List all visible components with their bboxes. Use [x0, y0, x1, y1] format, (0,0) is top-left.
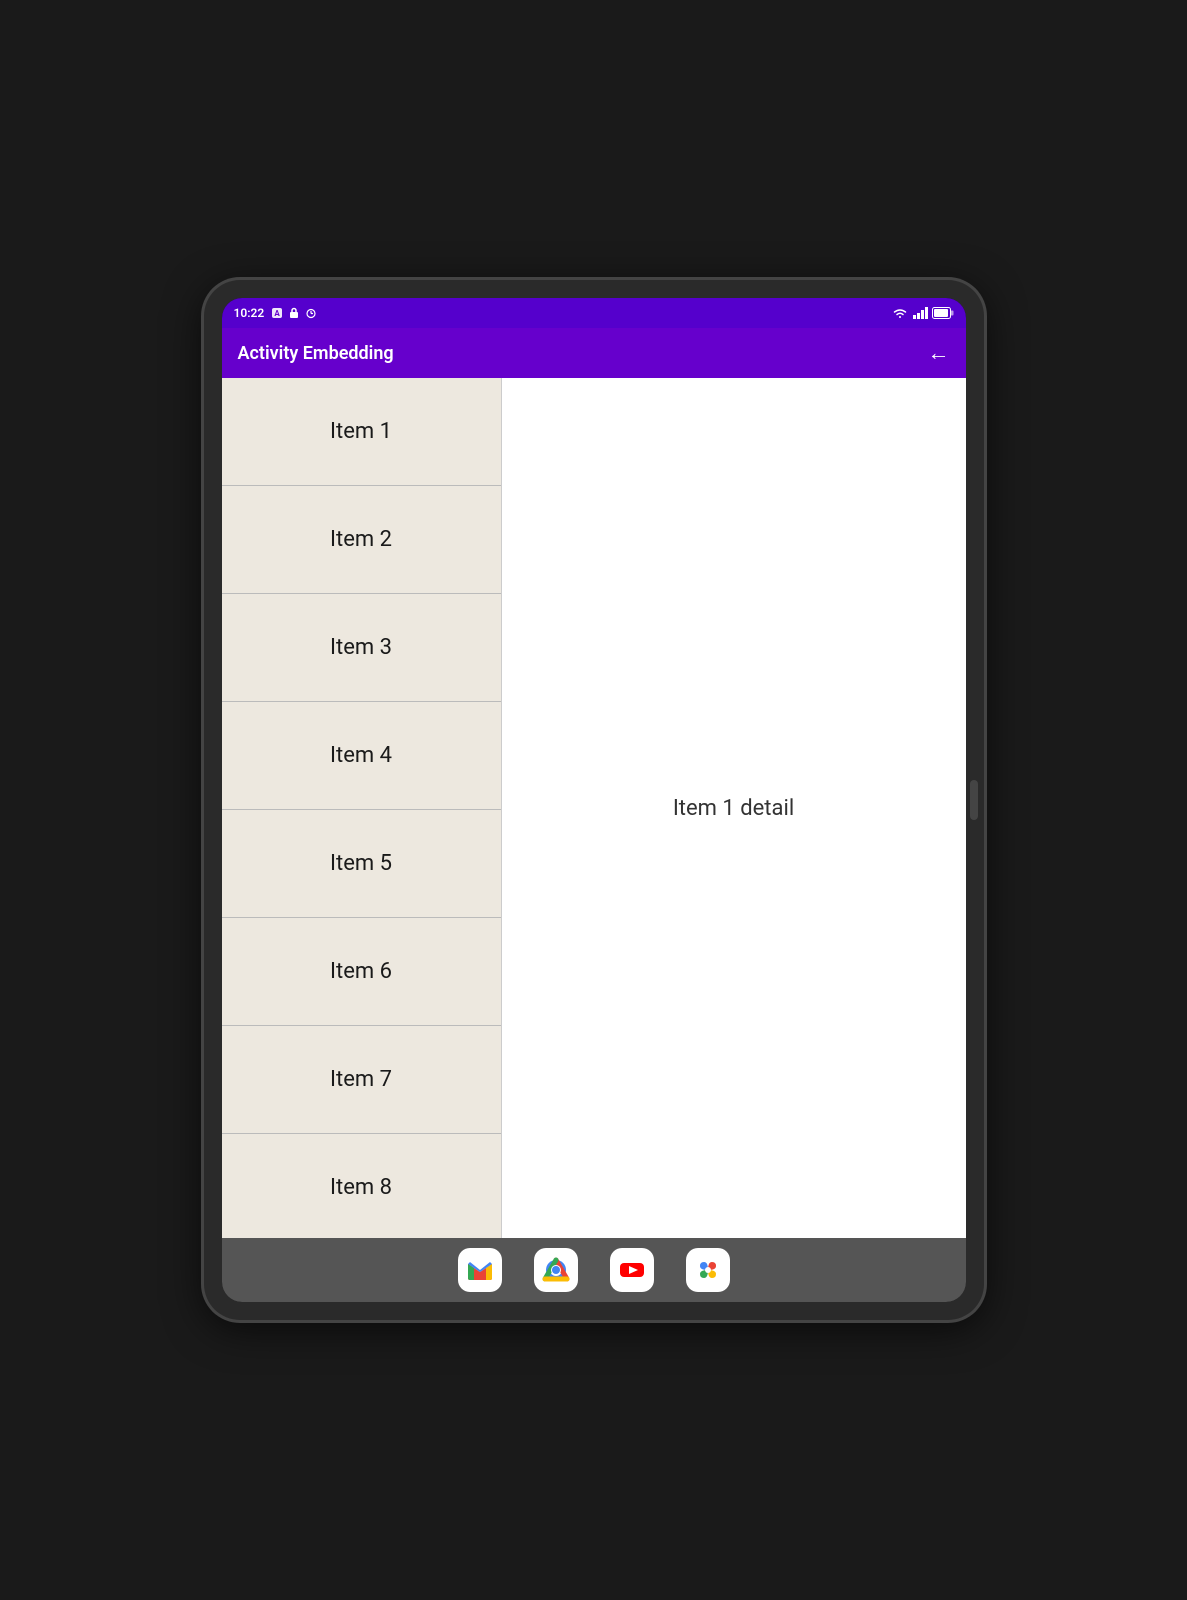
app-bar: Activity Embedding ←: [222, 328, 966, 378]
list-item[interactable]: Item 6: [222, 918, 501, 1026]
detail-content: Item 1 detail: [673, 796, 794, 821]
list-item[interactable]: Item 2: [222, 486, 501, 594]
gmail-icon[interactable]: [458, 1248, 502, 1292]
wifi-icon: [891, 306, 909, 320]
status-bar: 10:22 A: [222, 298, 966, 328]
device-screen: 10:22 A: [222, 298, 966, 1302]
gmail-svg: [464, 1254, 496, 1286]
photos-svg: [692, 1254, 724, 1286]
photos-icon[interactable]: [686, 1248, 730, 1292]
side-button[interactable]: [970, 780, 978, 820]
list-item[interactable]: Item 3: [222, 594, 501, 702]
notification-icon: A: [270, 306, 284, 320]
lock-icon: [287, 306, 301, 320]
alarm-icon: [304, 306, 318, 320]
list-item-label: Item 1: [330, 419, 392, 444]
device-frame: 10:22 A: [204, 280, 984, 1320]
app-bar-title: Activity Embedding: [238, 343, 908, 364]
youtube-icon[interactable]: [610, 1248, 654, 1292]
list-item[interactable]: Item 4: [222, 702, 501, 810]
chrome-icon[interactable]: [534, 1248, 578, 1292]
list-item[interactable]: Item 7: [222, 1026, 501, 1134]
list-item-label: Item 5: [330, 851, 392, 876]
chrome-svg: [540, 1254, 572, 1286]
status-right: [891, 306, 954, 320]
list-item-label: Item 6: [330, 959, 392, 984]
list-item-label: Item 2: [330, 527, 392, 552]
list-item-label: Item 8: [330, 1175, 392, 1200]
list-item[interactable]: Item 5: [222, 810, 501, 918]
list-panel: Item 1 Item 2 Item 3 Item 4 Item 5 Item …: [222, 378, 502, 1238]
svg-text:A: A: [275, 309, 281, 318]
list-item[interactable]: Item 1: [222, 378, 501, 486]
status-time: 10:22: [234, 306, 265, 320]
list-item-label: Item 3: [330, 635, 392, 660]
back-button[interactable]: ←: [928, 340, 950, 366]
main-content: Item 1 Item 2 Item 3 Item 4 Item 5 Item …: [222, 378, 966, 1238]
list-item-label: Item 4: [330, 743, 392, 768]
youtube-svg: [616, 1254, 648, 1286]
status-icons: A: [270, 306, 318, 320]
list-item-label: Item 7: [330, 1067, 392, 1092]
battery-icon: [932, 307, 954, 319]
list-item[interactable]: Item 8: [222, 1134, 501, 1238]
nav-bar: [222, 1238, 966, 1302]
status-left: 10:22 A: [234, 306, 319, 320]
signal-bars-icon: [913, 307, 928, 319]
detail-panel: Item 1 detail: [502, 378, 966, 1238]
